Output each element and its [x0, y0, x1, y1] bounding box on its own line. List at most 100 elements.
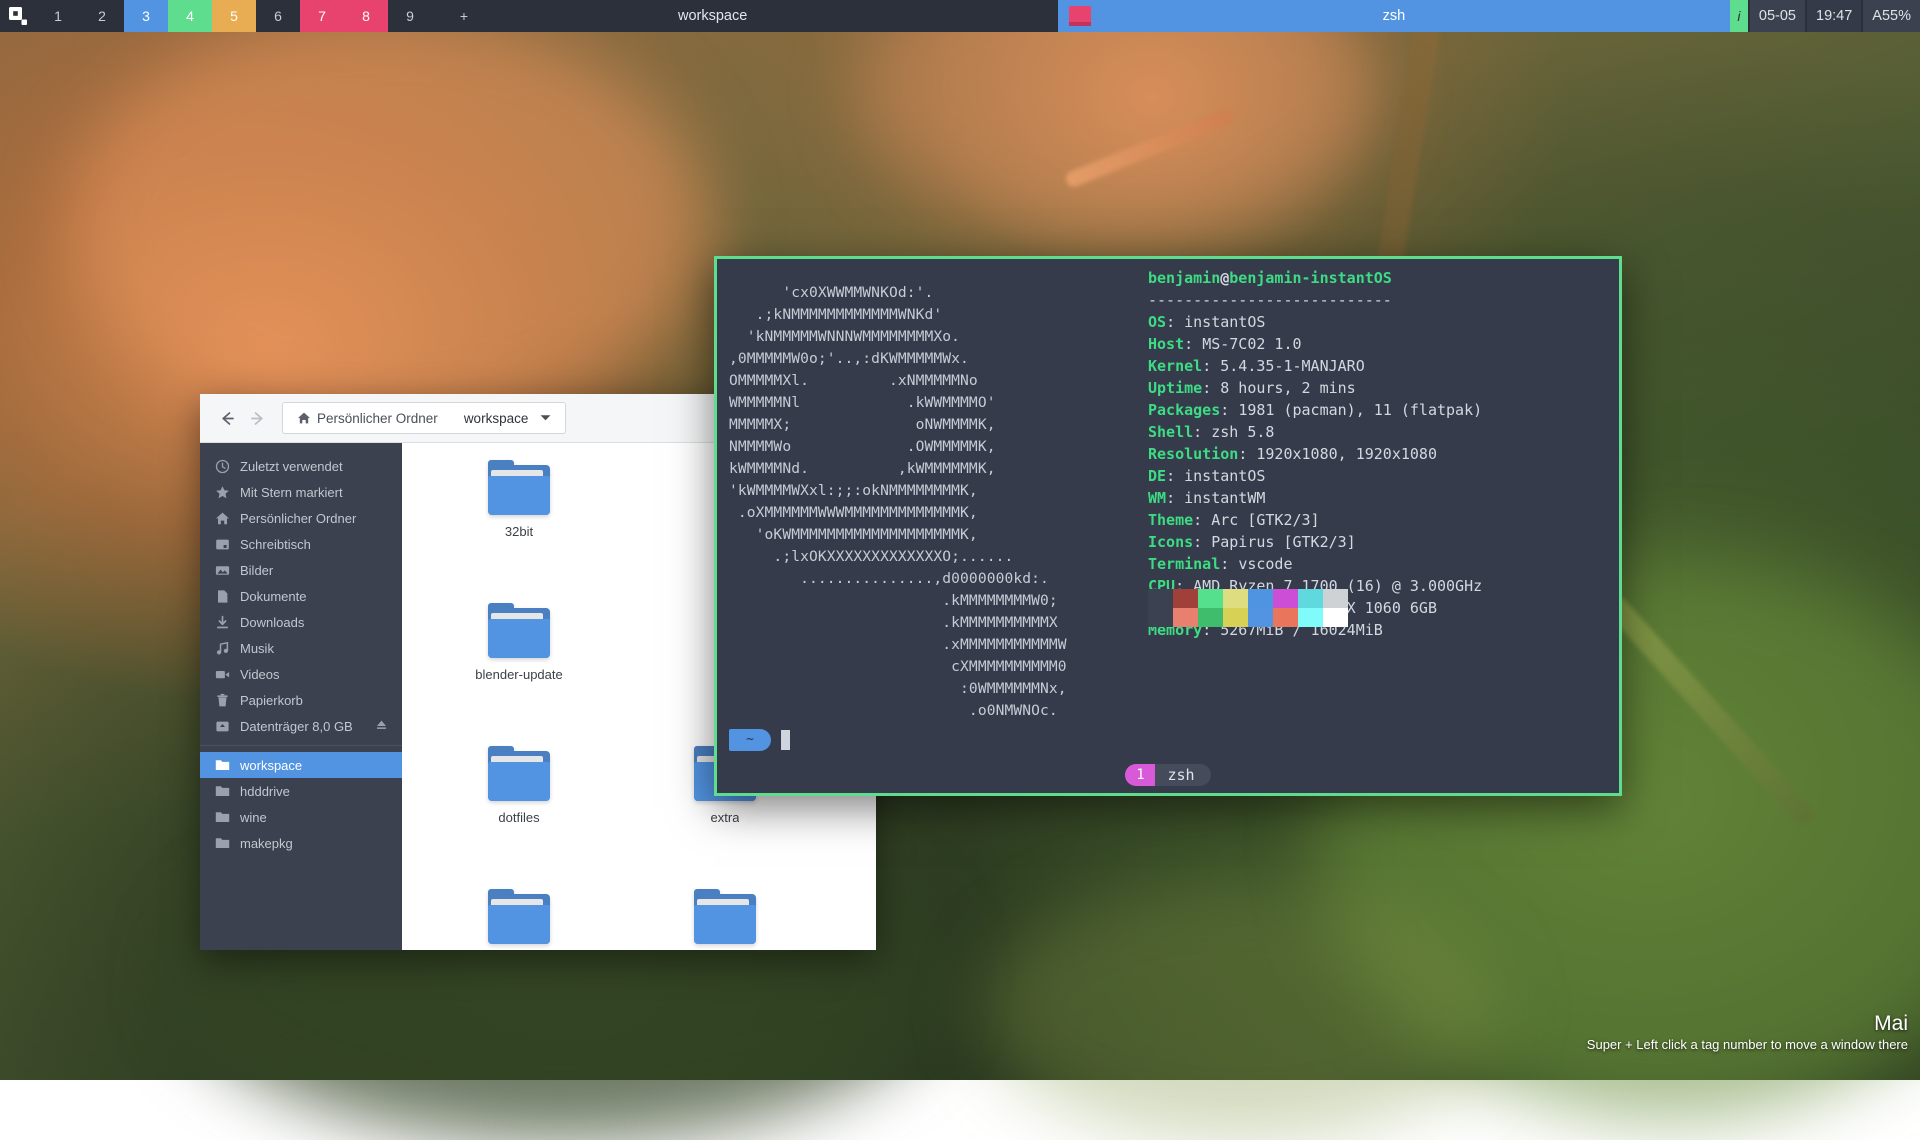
palette-swatch	[1298, 608, 1323, 627]
palette-swatch	[1273, 608, 1298, 627]
breadcrumb-item-workspace[interactable]: workspace	[458, 411, 558, 426]
neofetch-separator: ---------------------------	[1148, 289, 1482, 311]
sidebar-item-desktop[interactable]: Schreibtisch	[200, 531, 402, 557]
breadcrumb-label-workspace: workspace	[464, 411, 529, 426]
neofetch-row-uptime: Uptime: 8 hours, 2 mins	[1148, 377, 1482, 399]
sidebar-item-workspace[interactable]: workspace	[200, 752, 402, 778]
desktop-overlay-text: Mai Super + Left click a tag number to m…	[1587, 1012, 1908, 1054]
workspace-name-label: workspace	[678, 0, 747, 32]
sidebar-item-recent[interactable]: Zuletzt verwendet	[200, 453, 402, 479]
sidebar-item-hdddrive[interactable]: hdddrive	[200, 778, 402, 804]
wallpaper-blob	[980, 880, 1500, 1140]
palette-swatch	[1148, 608, 1173, 627]
palette-row-bright	[1148, 608, 1348, 627]
file-label: extra	[711, 810, 740, 825]
neofetch-value: instantOS	[1184, 313, 1265, 331]
neofetch-value: vscode	[1238, 555, 1292, 573]
download-icon	[214, 614, 230, 630]
file-item[interactable]: instantARCH	[416, 890, 622, 950]
terminal-bottom-bar: 1 zsh	[717, 757, 1619, 793]
sidebar-item-home[interactable]: Persönlicher Ordner	[200, 505, 402, 531]
file-label: blender-update	[475, 667, 562, 682]
workspace-tag-9[interactable]: 9	[388, 0, 432, 32]
sidebar-item-wine[interactable]: wine	[200, 804, 402, 830]
palette-swatch	[1148, 589, 1173, 608]
workspace-tag-8[interactable]: 8	[344, 0, 388, 32]
window-tag-number[interactable]: 1	[1125, 764, 1155, 786]
desktop-month-label: Mai	[1587, 1012, 1908, 1036]
sidebar-item-documents[interactable]: Dokumente	[200, 583, 402, 609]
terminal-window[interactable]: 'cx0XWWMMWNKOd:'. .;kNMMMMMMMMMMMMWNKd' …	[714, 256, 1622, 796]
neofetch-value: Arc [GTK2/3]	[1211, 511, 1319, 529]
sidebar-item-music[interactable]: Musik	[200, 635, 402, 661]
workspace-tag-list: 1 2 3 4 5 6 7 8 9 +	[36, 0, 486, 32]
status-date: 05-05	[1748, 0, 1805, 32]
workspace-tag-3[interactable]: 3	[124, 0, 168, 32]
sidebar-item-volume[interactable]: Datenträger 8,0 GB	[200, 713, 402, 739]
palette-swatch	[1198, 608, 1223, 627]
workspace-tag-7[interactable]: 7	[300, 0, 344, 32]
at-symbol: @	[1220, 269, 1229, 287]
workspace-tag-1[interactable]: 1	[36, 0, 80, 32]
sidebar-label: makepkg	[240, 836, 293, 851]
neofetch-key: Kernel	[1148, 357, 1202, 375]
neofetch-row-host: Host: MS-7C02 1.0	[1148, 333, 1482, 355]
palette-row-normal	[1148, 589, 1348, 608]
neofetch-row-resolution: Resolution: 1920x1080, 1920x1080	[1148, 443, 1482, 465]
neofetch-ascii-logo: 'cx0XWWMMWNKOd:'. .;kNMMMMMMMMMMMMWNKd' …	[729, 282, 1067, 722]
status-time: 19:47	[1805, 0, 1861, 32]
active-window-titlebar[interactable]: zsh	[1058, 0, 1730, 32]
info-icon[interactable]: i	[1730, 0, 1748, 32]
neofetch-row-theme: Theme: Arc [GTK2/3]	[1148, 509, 1482, 531]
sidebar-label: Bilder	[240, 563, 273, 578]
neofetch-key: Theme	[1148, 511, 1193, 529]
file-item[interactable]: dotfiles	[416, 747, 622, 876]
terminal-content: 'cx0XWWMMWNKOd:'. .;kNMMMMMMMMMMMMWNKd' …	[717, 259, 1619, 793]
neofetch-row-icons: Icons: Papirus [GTK2/3]	[1148, 531, 1482, 553]
folder-icon	[214, 783, 230, 799]
neofetch-color-palette	[1148, 589, 1348, 627]
prompt-path-badge: ~	[729, 729, 771, 751]
sidebar-label: Dokumente	[240, 589, 306, 604]
neofetch-value: 8 hours, 2 mins	[1220, 379, 1355, 397]
sidebar-label: Musik	[240, 641, 274, 656]
back-arrow-icon[interactable]	[212, 403, 242, 433]
breadcrumb[interactable]: Persönlicher Ordner workspace	[282, 402, 566, 434]
neofetch-user-host: benjamin@benjamin-instantOS	[1148, 267, 1482, 289]
workspace-tag-5[interactable]: 5	[212, 0, 256, 32]
breadcrumb-item-home[interactable]: Persönlicher Ordner	[291, 411, 444, 426]
image-icon	[214, 562, 230, 578]
chevron-down-icon[interactable]	[540, 414, 551, 422]
neofetch-key: Icons	[1148, 533, 1193, 551]
file-item[interactable]: 32bit	[416, 461, 622, 590]
folder-icon	[488, 465, 550, 515]
file-item[interactable]: blender-update	[416, 604, 622, 733]
sidebar-item-videos[interactable]: Videos	[200, 661, 402, 687]
sidebar-item-starred[interactable]: Mit Stern markiert	[200, 479, 402, 505]
window-tag-indicator[interactable]: 1 zsh	[1125, 764, 1210, 786]
shell-prompt-row[interactable]: ~	[729, 729, 790, 751]
neofetch-row-packages: Packages: 1981 (pacman), 11 (flatpak)	[1148, 399, 1482, 421]
workspace-tag-add[interactable]: +	[442, 0, 486, 32]
forward-arrow-icon[interactable]	[242, 403, 272, 433]
palette-swatch	[1248, 608, 1273, 627]
neofetch-host: benjamin-instantOS	[1229, 269, 1392, 287]
palette-swatch	[1248, 589, 1273, 608]
instantos-logo-icon[interactable]	[0, 0, 36, 32]
neofetch-row-os: OS: instantOS	[1148, 311, 1482, 333]
workspace-tag-4[interactable]: 4	[168, 0, 212, 32]
sidebar-item-downloads[interactable]: Downloads	[200, 609, 402, 635]
sidebar-item-makepkg[interactable]: makepkg	[200, 830, 402, 856]
neofetch-value: 5.4.35-1-MANJARO	[1220, 357, 1365, 375]
sidebar-label: Zuletzt verwendet	[240, 459, 343, 474]
wallpaper-stem	[1601, 592, 1818, 830]
file-manager-sidebar: Zuletzt verwendet Mit Stern markiert Per…	[200, 443, 402, 950]
eject-icon[interactable]	[375, 718, 388, 734]
sidebar-item-trash[interactable]: Papierkorb	[200, 687, 402, 713]
workspace-tag-2[interactable]: 2	[80, 0, 124, 32]
sidebar-item-pictures[interactable]: Bilder	[200, 557, 402, 583]
folder-icon	[694, 894, 756, 944]
text-cursor	[781, 730, 790, 750]
workspace-tag-6[interactable]: 6	[256, 0, 300, 32]
file-item[interactable]: instantASSIST	[622, 890, 828, 950]
